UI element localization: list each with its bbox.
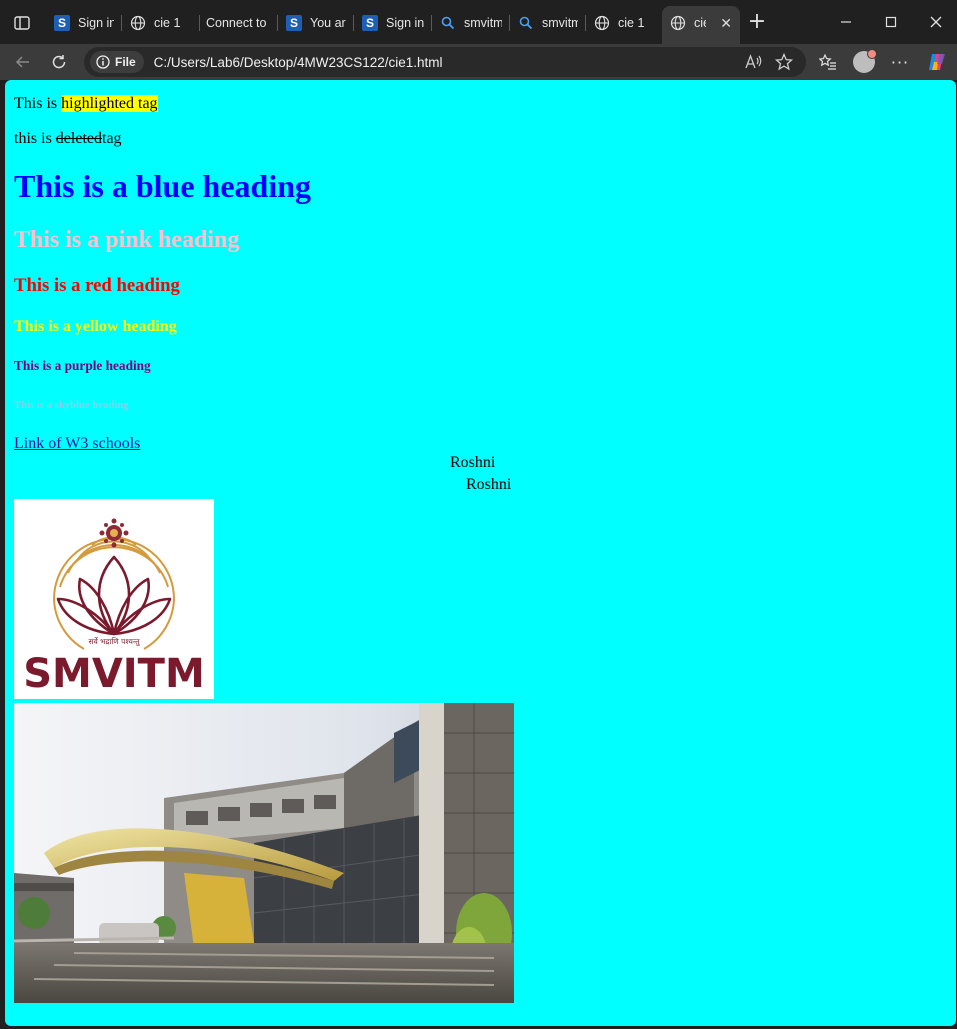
tab-title: cie 1 [154, 16, 181, 30]
site-info-chip[interactable]: File [90, 51, 144, 73]
deleted-paragraph: this is deletedtag [14, 130, 122, 148]
tab-active[interactable]: cie ✕ [662, 6, 740, 44]
sharepoint-s-icon: S [286, 15, 302, 31]
minimize-icon [841, 21, 851, 23]
name-text-1: Roshni [450, 454, 496, 471]
star-icon [775, 53, 793, 71]
copilot-button[interactable] [922, 48, 952, 76]
globe-icon [130, 15, 146, 31]
deleted-text: deleted [55, 130, 102, 147]
paragraph-text: This is [14, 95, 62, 112]
page-viewport: This is highlighted tag this is deletedt… [5, 80, 956, 1026]
tab-title: Sign in t [386, 16, 424, 30]
tab-2[interactable]: cie 1 [122, 8, 200, 38]
tab-8[interactable]: cie 1 [586, 8, 662, 38]
more-icon: ··· [890, 52, 910, 72]
back-button[interactable] [8, 48, 38, 76]
search-icon [440, 15, 456, 31]
purple-heading: This is a purple heading [14, 358, 151, 373]
info-icon [96, 55, 110, 69]
skyblue-heading: This is a skyblue heading [14, 399, 129, 411]
pink-heading: This is a pink heading [14, 227, 240, 253]
globe-icon [670, 15, 686, 31]
globe-icon [594, 15, 610, 31]
copilot-icon [929, 54, 945, 70]
tab-bar: S Sign in t cie 1 Connect to a S You are… [0, 0, 957, 44]
logo-motto: सर्वे भद्राणि पश्यन्तु [89, 637, 141, 647]
read-aloud-button[interactable] [744, 53, 764, 71]
campus-building-image [14, 703, 514, 1003]
refresh-button[interactable] [44, 48, 74, 76]
red-heading: This is a red heading [14, 275, 180, 296]
paragraph-suffix: tag [102, 130, 122, 147]
highlighted-text: highlighted tag [61, 95, 158, 112]
tab-4[interactable]: S You are [278, 8, 354, 38]
paragraph-text: this is [14, 130, 56, 147]
search-icon [518, 15, 534, 31]
url-text[interactable]: C:/Users/Lab6/Desktop/4MW23CS122/cie1.ht… [154, 55, 443, 70]
tab-title: Connect to a [206, 16, 270, 30]
read-aloud-icon [745, 54, 762, 69]
tab-1[interactable]: S Sign in t [46, 8, 122, 38]
back-arrow-icon [15, 56, 29, 68]
sharepoint-s-icon: S [362, 15, 378, 31]
name-text-2: Roshni [466, 476, 512, 493]
maximize-button[interactable] [871, 8, 911, 36]
refresh-icon [52, 55, 66, 69]
more-menu-button[interactable]: ··· [885, 48, 915, 76]
w3schools-link[interactable]: Link of W3 schools [14, 435, 140, 453]
smvitm-logo-image: सर्वे भद्राणि पश्यन्तु SMVITM [14, 499, 214, 699]
tab-title: smvitm [542, 16, 578, 30]
tab-5[interactable]: S Sign in t [354, 8, 432, 38]
close-window-button[interactable] [916, 8, 956, 36]
sharepoint-s-icon: S [54, 15, 70, 31]
favorite-button[interactable] [774, 53, 794, 71]
tab-title: smvitm [464, 16, 502, 30]
logo-wordmark: SMVITM [23, 651, 205, 697]
blue-heading: This is a blue heading [14, 168, 311, 204]
tab-actions-icon [14, 16, 30, 30]
address-bar[interactable]: File C:/Users/Lab6/Desktop/4MW23CS122/ci… [84, 47, 806, 77]
tab-6[interactable]: smvitm [432, 8, 510, 38]
maximize-icon [885, 16, 897, 28]
minimize-button[interactable] [826, 8, 866, 36]
tab-title: cie 1 [618, 16, 645, 30]
tab-title: Sign in t [78, 16, 114, 30]
favorites-list-icon [819, 54, 836, 70]
tab-title: cie [694, 16, 706, 30]
close-icon [930, 16, 942, 28]
tab-7[interactable]: smvitm [510, 8, 586, 38]
tab-3[interactable]: Connect to a [200, 8, 278, 38]
favorites-button[interactable] [813, 48, 843, 76]
close-tab-icon[interactable]: ✕ [720, 15, 732, 32]
tab-actions-button[interactable] [8, 10, 36, 36]
avatar [853, 49, 877, 73]
yellow-heading: This is a yellow heading [14, 318, 177, 335]
navigation-bar: File C:/Users/Lab6/Desktop/4MW23CS122/ci… [0, 44, 957, 80]
profile-button[interactable] [849, 48, 879, 76]
new-tab-button[interactable]: + [746, 11, 768, 34]
highlight-paragraph: This is highlighted tag [14, 95, 158, 113]
tab-title: You are [310, 16, 346, 30]
file-chip-label: File [115, 55, 136, 69]
